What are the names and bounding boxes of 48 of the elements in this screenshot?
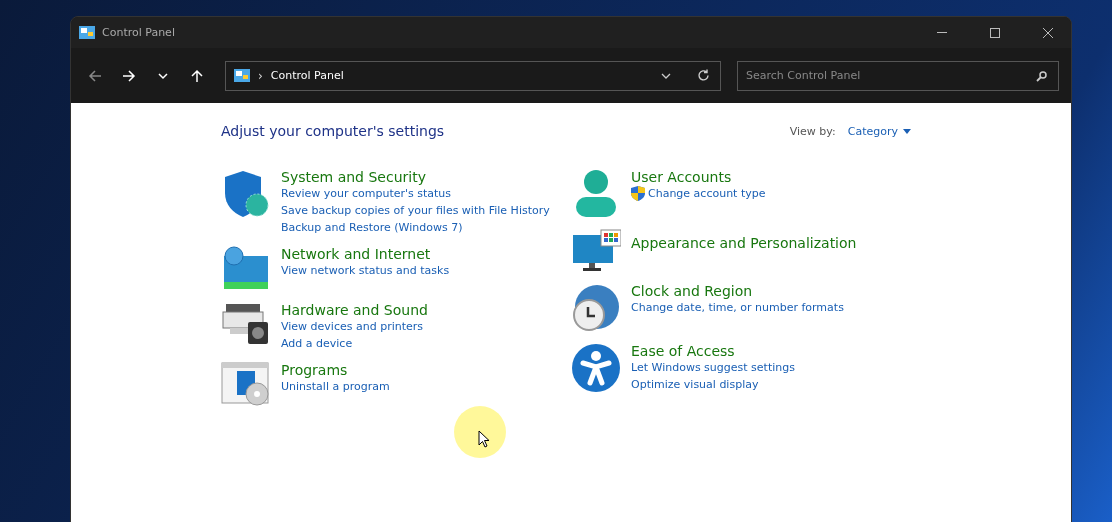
forward-arrow-icon[interactable] (121, 67, 137, 84)
globe-clock-icon (571, 283, 621, 333)
cursor-highlight (454, 406, 506, 458)
view-by-dropdown[interactable]: Category (847, 124, 911, 138)
refresh-icon[interactable] (697, 69, 710, 82)
person-icon (573, 169, 619, 219)
control-panel-icon (79, 26, 95, 39)
category-title-link[interactable]: System and Security (281, 169, 550, 185)
programs-window-icon (221, 362, 271, 406)
uac-shield-icon (631, 186, 645, 201)
category-title-link[interactable]: Hardware and Sound (281, 302, 428, 318)
shield-icon (223, 169, 269, 219)
window-title: Control Panel (102, 26, 175, 39)
breadcrumb-separator: › (258, 68, 263, 83)
view-by-label: View by: (789, 124, 836, 138)
category-title-link[interactable]: Appearance and Personalization (631, 235, 857, 251)
category-title-link[interactable]: Ease of Access (631, 343, 795, 359)
task-link[interactable]: Optimize visual display (631, 376, 795, 393)
task-link[interactable]: Backup and Restore (Windows 7) (281, 219, 550, 236)
task-link[interactable]: Change account type (648, 185, 766, 202)
address-bar[interactable]: › Control Panel (225, 60, 721, 91)
maximize-icon[interactable] (990, 27, 1000, 38)
task-link[interactable]: View devices and printers (281, 318, 428, 335)
monitor-palette-icon (571, 229, 621, 273)
mouse-pointer-icon (478, 430, 490, 448)
task-link[interactable]: Save backup copies of your files with File History (281, 202, 550, 219)
search-field[interactable]: Search Control Panel (737, 60, 1059, 91)
category-title-link[interactable]: Programs (281, 362, 390, 378)
category-title-link[interactable]: Clock and Region (631, 283, 844, 299)
page-heading: Adjust your computer's settings (221, 123, 445, 139)
category-title-link[interactable]: Network and Internet (281, 246, 450, 262)
task-link[interactable]: Let Windows suggest settings (631, 359, 795, 376)
task-link[interactable]: View network status and tasks (281, 262, 450, 279)
control-panel-icon (234, 69, 250, 82)
task-link[interactable]: Add a device (281, 335, 428, 352)
search-icon[interactable] (1036, 70, 1047, 82)
task-link[interactable]: Change date, time, or number formats (631, 299, 844, 316)
category-title-link[interactable]: User Accounts (631, 169, 766, 185)
task-link[interactable]: Review your computer's status (281, 185, 550, 202)
chevron-down-icon[interactable] (661, 72, 671, 79)
printer-speaker-icon (222, 302, 270, 346)
monitor-globe-icon (222, 246, 270, 292)
close-icon[interactable] (1043, 27, 1053, 38)
task-link[interactable]: Uninstall a program (281, 378, 390, 395)
up-arrow-icon[interactable] (189, 67, 205, 84)
accessibility-icon (571, 343, 621, 393)
dropdown-triangle-icon (903, 128, 911, 134)
breadcrumb-item[interactable]: Control Panel (270, 69, 344, 82)
